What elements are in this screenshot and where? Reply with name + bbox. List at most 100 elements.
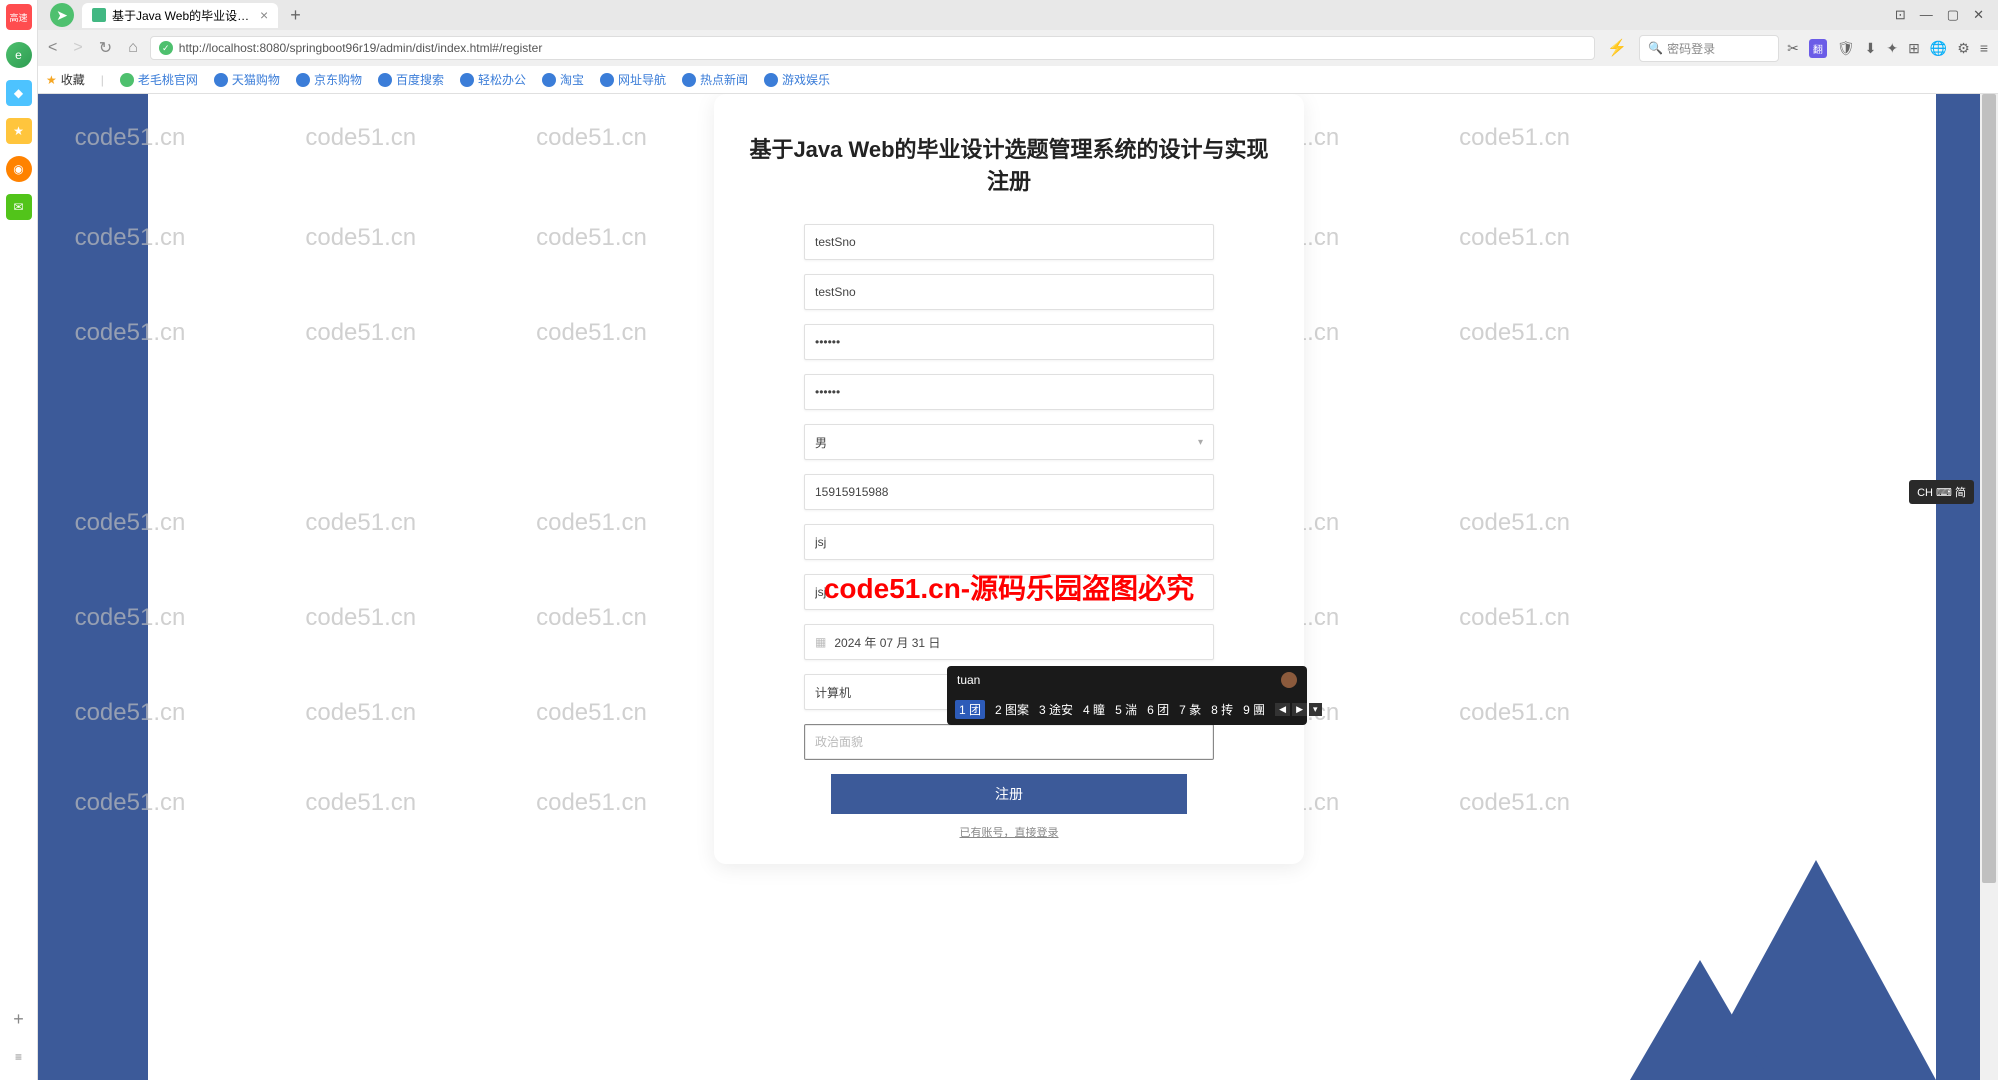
sno-input[interactable]: [804, 224, 1214, 260]
date-input[interactable]: ▦ 2024 年 07 月 31 日: [804, 624, 1214, 660]
sidebar-app1-icon[interactable]: ◆: [6, 80, 32, 106]
ime-candidate[interactable]: 4 瞳: [1083, 701, 1105, 718]
ime-candidates: 1 团 2 图案 3 途安 4 瞳 5 湍 6 团 7 彖 8 抟 9 團 ◀ …: [947, 694, 1307, 725]
ime-candidate[interactable]: 3 途安: [1039, 701, 1073, 718]
sidebar-weibo-icon[interactable]: ◉: [6, 156, 32, 182]
ime-candidate[interactable]: 1 团: [955, 700, 985, 719]
browser-search-input[interactable]: 🔍 密码登录: [1639, 35, 1779, 62]
bm-icon: [460, 73, 474, 87]
gender-value: 男: [815, 434, 827, 451]
new-tab-button[interactable]: +: [282, 5, 309, 26]
sidebar-badge-icon[interactable]: 高速: [6, 4, 32, 30]
window-close-icon[interactable]: ✕: [1973, 7, 1984, 23]
bookmark-item[interactable]: 淘宝: [542, 71, 584, 88]
sidebar-star-icon[interactable]: ★: [6, 118, 32, 144]
ime-candidate[interactable]: 6 团: [1147, 701, 1169, 718]
browser-tab[interactable]: 基于Java Web的毕业设计选题 ×: [82, 3, 278, 28]
class-input[interactable]: [804, 574, 1214, 610]
password2-input[interactable]: [804, 374, 1214, 410]
globe-icon[interactable]: 🌐: [1930, 40, 1947, 57]
ime-language-badge[interactable]: CH ⌨ 简: [1909, 480, 1974, 504]
scrollbar-track[interactable]: [1980, 94, 1998, 1080]
ime-more-icon[interactable]: ▾: [1309, 703, 1322, 716]
bookmark-item[interactable]: 热点新闻: [682, 71, 748, 88]
bm-icon: [600, 73, 614, 87]
gear-icon[interactable]: ⚙: [1957, 40, 1970, 57]
login-link-row: 已有账号，直接登录: [744, 824, 1274, 840]
search-placeholder: 密码登录: [1667, 40, 1715, 57]
url-lock-icon: ✓: [159, 41, 173, 55]
bookmark-fav-label: 收藏: [61, 71, 85, 88]
ime-popup: tuan 1 团 2 图案 3 途安 4 瞳 5 湍 6 团 7 彖 8 抟 9…: [947, 666, 1307, 725]
translate-icon[interactable]: 翻: [1809, 39, 1827, 58]
bookmark-item[interactable]: 轻松办公: [460, 71, 526, 88]
bookmark-item[interactable]: 天猫购物: [214, 71, 280, 88]
download-icon[interactable]: ⬇: [1865, 40, 1877, 57]
ime-prev-icon[interactable]: ◀: [1275, 703, 1290, 716]
window-minimize-icon[interactable]: —: [1920, 7, 1933, 23]
window-pip-icon[interactable]: ⊡: [1895, 7, 1906, 23]
political-input[interactable]: [804, 724, 1214, 760]
shield-icon[interactable]: 🛡: [1837, 40, 1855, 57]
nav-speed-icon[interactable]: ⚡: [1603, 38, 1631, 58]
tab-close-icon[interactable]: ×: [260, 7, 268, 23]
bookmark-fav[interactable]: ★ 收藏: [46, 71, 85, 88]
sidebar-mail-icon[interactable]: ✉: [6, 194, 32, 220]
ime-candidate[interactable]: 5 湍: [1115, 701, 1137, 718]
bookmark-item[interactable]: 网址导航: [600, 71, 666, 88]
date-value: 2024 年 07 月 31 日: [834, 634, 940, 651]
toolbar-icons: ✂ 翻 🛡 ⬇ ✦ ⊞ 🌐 ⚙ ≡: [1787, 39, 1992, 58]
card-title: 基于Java Web的毕业设计选题管理系统的设计与实现 注册: [744, 132, 1274, 196]
bookmark-item[interactable]: 京东购物: [296, 71, 362, 88]
name-input[interactable]: [804, 274, 1214, 310]
bm-icon: [682, 73, 696, 87]
tab-bar: ➤ 基于Java Web的毕业设计选题 × + ⊡ — ▢ ✕: [38, 0, 1998, 30]
bm-icon: [120, 73, 134, 87]
scrollbar-thumb[interactable]: [1982, 94, 1996, 883]
nav-forward-icon[interactable]: >: [69, 39, 86, 57]
ime-bear-icon[interactable]: [1281, 672, 1297, 688]
bm-icon: [542, 73, 556, 87]
page-viewport: code51.cncode51.cncode51.cncode51.cncode…: [38, 94, 1980, 1080]
bg-blue-right: [1936, 94, 1980, 1080]
chevron-down-icon: ▾: [1198, 437, 1203, 448]
sidebar-menu-icon[interactable]: ≡: [6, 1044, 32, 1070]
url-input[interactable]: ✓ http://localhost:8080/springboot96r19/…: [150, 36, 1595, 60]
ime-candidate[interactable]: 2 图案: [995, 701, 1029, 718]
address-bar: < > ↻ ⌂ ✓ http://localhost:8080/springbo…: [38, 30, 1998, 66]
ime-candidate[interactable]: 9 團: [1243, 701, 1265, 718]
calendar-icon: ▦: [815, 635, 826, 649]
login-link[interactable]: 已有账号，直接登录: [960, 827, 1059, 839]
nav-back-icon[interactable]: <: [44, 39, 61, 57]
menu-icon[interactable]: ≡: [1980, 40, 1988, 56]
bm-icon: [214, 73, 228, 87]
browser-logo-icon[interactable]: ➤: [50, 3, 74, 27]
window-controls: ⊡ — ▢ ✕: [1895, 7, 1994, 23]
register-button[interactable]: 注册: [831, 774, 1187, 814]
phone-input[interactable]: [804, 474, 1214, 510]
major-input[interactable]: [804, 524, 1214, 560]
gender-select[interactable]: 男 ▾: [804, 424, 1214, 460]
bookmark-item[interactable]: 百度搜索: [378, 71, 444, 88]
apps-icon[interactable]: ⊞: [1908, 40, 1920, 57]
url-text: http://localhost:8080/springboot96r19/ad…: [179, 41, 543, 55]
nav-reload-icon[interactable]: ↻: [95, 38, 116, 58]
bookmark-item[interactable]: 游戏娱乐: [764, 71, 830, 88]
ime-candidate[interactable]: 8 抟: [1211, 701, 1233, 718]
bookmarks-bar: ★ 收藏 | 老毛桃官网 天猫购物 京东购物 百度搜索 轻松办公 淘宝 网址导航…: [38, 66, 1998, 94]
window-maximize-icon[interactable]: ▢: [1947, 7, 1959, 23]
scissors-icon[interactable]: ✂: [1787, 40, 1799, 57]
sidebar-360-icon[interactable]: e: [6, 42, 32, 68]
password-input[interactable]: [804, 324, 1214, 360]
ime-next-icon[interactable]: ▶: [1292, 703, 1307, 716]
sidebar-add-icon[interactable]: +: [6, 1006, 32, 1032]
ime-candidate[interactable]: 7 彖: [1179, 701, 1201, 718]
extension-icon[interactable]: ✦: [1886, 40, 1898, 57]
search-icon: 🔍: [1648, 41, 1663, 55]
tab-favicon-icon: [92, 8, 106, 22]
ime-input-row: tuan: [947, 666, 1307, 694]
left-sidebar: 高速 e ◆ ★ ◉ ✉ + ≡: [0, 0, 38, 1080]
nav-home-icon[interactable]: ⌂: [124, 39, 142, 57]
bm-icon: [296, 73, 310, 87]
bookmark-item[interactable]: 老毛桃官网: [120, 71, 198, 88]
